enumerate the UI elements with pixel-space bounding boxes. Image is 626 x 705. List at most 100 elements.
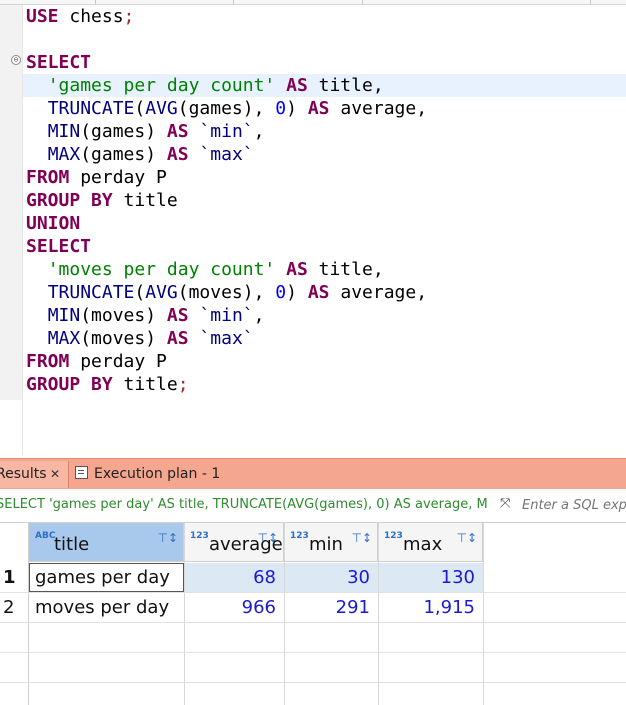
row-number[interactable]: 2 (0, 593, 28, 622)
sql-token: average, (329, 282, 428, 303)
code-line[interactable]: MAX(games) AS `max` (26, 143, 427, 166)
sql-number: 0 (275, 282, 287, 303)
sql-token: `max` (199, 144, 254, 165)
sql-token: `min` (199, 121, 254, 142)
cell-min[interactable]: 291 (284, 593, 378, 622)
code-line[interactable]: TRUNCATE(AVG(games), 0) AS average, (26, 97, 427, 120)
sql-token: `min` (199, 305, 254, 326)
expand-icon[interactable]: ⤧ (500, 496, 516, 512)
execution-plan-icon (75, 466, 88, 479)
code-line[interactable]: SELECT (26, 235, 427, 258)
row-number[interactable]: 1 (0, 563, 28, 592)
filter-sort-icon[interactable]: ⊤↕ (257, 531, 278, 545)
filter-sort-icon[interactable]: ⊤↕ (351, 531, 372, 545)
close-icon[interactable]: ✕ (50, 461, 60, 488)
filter-input[interactable] (522, 495, 626, 515)
cell-average[interactable]: 68 (184, 563, 284, 592)
sql-function: AVG (145, 282, 178, 303)
sql-keyword: SELECT (26, 52, 92, 73)
sql-token: (moves) (80, 305, 167, 326)
divider (0, 652, 626, 653)
sql-token: ) (286, 282, 308, 303)
code-line[interactable] (26, 28, 427, 51)
code-line[interactable]: GROUP BY title (26, 189, 427, 212)
sql-keyword: GROUP BY (26, 190, 113, 211)
tab-results[interactable]: Results ✕ (0, 461, 69, 488)
sql-function: MAX (47, 144, 81, 165)
tab-execution-plan[interactable]: Execution plan - 1 (75, 461, 220, 488)
code-line[interactable]: MAX(moves) AS `max` (26, 327, 427, 350)
code-line[interactable]: 'moves per day count' AS title, (26, 258, 427, 281)
sql-keyword: FROM (26, 167, 70, 188)
column-header-label: max (403, 534, 443, 555)
tab-results-label: Results (0, 466, 47, 482)
tab-execution-plan-label: Execution plan - 1 (94, 466, 221, 482)
sql-keyword: GROUP BY (26, 374, 113, 395)
code-line[interactable]: TRUNCATE(AVG(moves), 0) AS average, (26, 281, 427, 304)
fold-collapse-icon[interactable]: ⊖ (11, 55, 21, 65)
cell-title[interactable]: moves per day (29, 593, 184, 622)
code-line[interactable]: GROUP BY title; (26, 373, 427, 396)
filter-sort-icon[interactable]: ⊤↕ (456, 531, 477, 545)
column-header-label: title (54, 534, 90, 555)
gutter-divider (22, 5, 23, 455)
code-line[interactable]: MIN(games) AS `min`, (26, 120, 427, 143)
divider (95, 0, 96, 4)
sql-token: , (253, 305, 265, 326)
divider (590, 0, 591, 4)
sql-editor[interactable]: ⊖ USE chess; SELECT 'games per day count… (0, 0, 626, 458)
column-header-title[interactable]: ABC title ⊤↕ (29, 523, 184, 562)
filter-sort-icon[interactable]: ⊤↕ (157, 531, 178, 545)
sql-keyword: AS (166, 305, 189, 326)
column-header-min[interactable]: 123 min ⊤↕ (284, 523, 378, 562)
sql-token: average, (329, 98, 428, 119)
sql-keyword: AS (166, 121, 189, 142)
code-line[interactable]: FROM perday P (26, 350, 427, 373)
sql-keyword: FROM (26, 351, 70, 372)
divider (0, 622, 626, 623)
sql-string: 'moves per day count' (47, 259, 276, 280)
sql-token: ) (286, 98, 308, 119)
sql-keyword: USE (26, 6, 59, 27)
sql-token: ( (134, 282, 146, 303)
results-grid[interactable]: ABC title ⊤↕ 123 average ⊤↕ 123 min ⊤↕ 1… (0, 523, 626, 705)
sql-keyword: AS (286, 75, 308, 96)
sql-string: 'games per day count' (47, 75, 276, 96)
sql-token: , (253, 121, 265, 142)
sql-keyword: AS (166, 328, 189, 349)
cell-average[interactable]: 966 (184, 593, 284, 622)
sql-token: `max` (199, 328, 254, 349)
divider (483, 523, 484, 705)
sql-code[interactable]: USE chess; SELECT 'games per day count' … (26, 5, 427, 396)
sql-token: ; (123, 6, 135, 27)
sql-token: (games) (80, 144, 167, 165)
sql-token: (moves), (177, 282, 276, 303)
sql-token: title (112, 374, 178, 395)
cell-min[interactable]: 30 (284, 563, 378, 592)
text-type-icon: ABC (35, 531, 56, 541)
cell-title[interactable]: games per day (29, 563, 184, 592)
cell-max[interactable]: 130 (378, 563, 483, 592)
code-line[interactable]: USE chess; (26, 5, 427, 28)
cell-max[interactable]: 1,915 (378, 593, 483, 622)
code-line[interactable]: SELECT (26, 51, 427, 74)
code-line[interactable]: 'games per day count' AS title, (26, 74, 427, 97)
column-header-max[interactable]: 123 max ⊤↕ (378, 523, 483, 562)
filter-bar: SELECT 'games per day' AS title, TRUNCAT… (0, 489, 626, 523)
code-line[interactable]: MIN(moves) AS `min`, (26, 304, 427, 327)
code-line[interactable]: UNION (26, 212, 427, 235)
column-header-average[interactable]: 123 average ⊤↕ (184, 523, 284, 562)
sql-token: (games) (80, 121, 167, 142)
sql-function: TRUNCATE (47, 282, 135, 303)
code-line[interactable]: FROM perday P (26, 166, 427, 189)
sql-token: title, (307, 75, 384, 96)
